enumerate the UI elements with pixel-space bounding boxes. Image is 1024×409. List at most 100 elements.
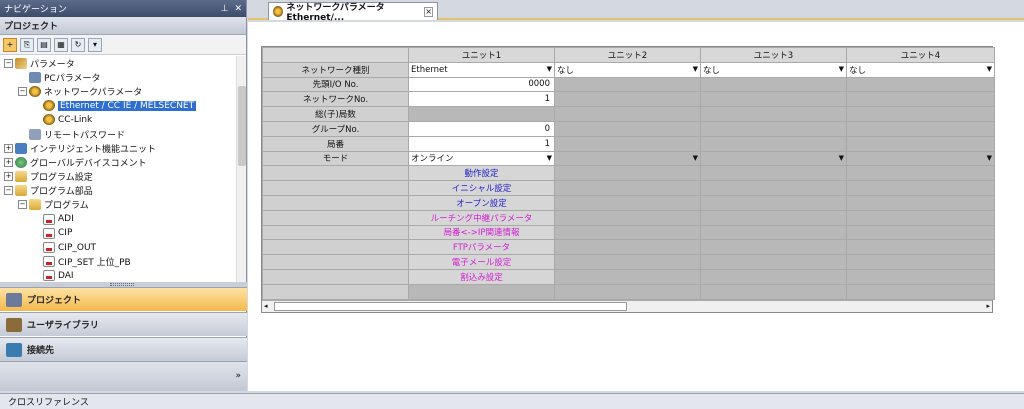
dropdown-arrow-icon[interactable]: ▼ xyxy=(693,65,698,73)
nav-button-project[interactable]: プロジェクト xyxy=(0,287,247,311)
row-header xyxy=(262,224,409,241)
collapse-toggle-icon[interactable]: − xyxy=(4,58,13,68)
grid-cell[interactable]: 1 xyxy=(408,135,555,152)
tree-item[interactable]: − プログラム xyxy=(0,198,236,212)
cross-reference-bar[interactable]: クロスリファレンス xyxy=(0,393,1024,409)
grid-scroll-thumb[interactable] xyxy=(274,301,627,311)
paste-icon[interactable]: ▤ xyxy=(37,37,51,52)
tree-item[interactable]: CC-Link xyxy=(0,113,236,127)
tree-item[interactable]: − パラメータ xyxy=(0,56,236,70)
column-header-unit1: ユニット1 xyxy=(408,47,555,63)
parameter-grid: ユニット1 ユニット2 ユニット3 ユニット4 ネットワーク種別 Ethernet ▼ なし… xyxy=(261,46,995,313)
tab-network-parameter[interactable]: ネットワークパラメータ Ethernet/... × xyxy=(268,2,438,23)
collapse-toggle-icon[interactable]: − xyxy=(18,86,27,96)
setting-link-button[interactable]: イニシャル設定 xyxy=(408,180,555,196)
setting-link-button[interactable]: FTPパラメータ xyxy=(408,239,555,256)
tab-close-icon[interactable]: × xyxy=(424,6,433,17)
dropdown-arrow-icon[interactable]: ▼ xyxy=(987,65,992,73)
tree-item[interactable]: DAI xyxy=(0,269,236,282)
tree-item[interactable]: PCパラメータ xyxy=(0,70,236,84)
dropdown-arrow-icon[interactable]: ▼ xyxy=(547,154,552,162)
tree-item[interactable]: CIP xyxy=(0,226,236,240)
expand-toggle-icon[interactable]: + xyxy=(4,157,13,167)
table-row: 総(子)局数 xyxy=(262,106,995,122)
setting-link-button[interactable]: 電子メール設定 xyxy=(408,254,555,270)
grid-cell xyxy=(846,268,995,285)
dropdown-arrow-icon[interactable]: ▼ xyxy=(987,154,992,162)
net-icon xyxy=(43,100,55,112)
refresh-icon[interactable]: ↻ xyxy=(71,37,85,52)
folder-icon xyxy=(15,185,27,197)
grid-cell[interactable]: 0000 xyxy=(408,76,555,93)
folder-icon xyxy=(15,171,27,183)
copy-icon[interactable]: ⎘ xyxy=(20,37,34,52)
scroll-right-arrow-icon[interactable]: ▸ xyxy=(986,302,990,310)
grid-cell[interactable]: Ethernet ▼ xyxy=(408,61,555,78)
dropdown-arrow-icon[interactable]: ▼ xyxy=(693,154,698,162)
splitter-grip[interactable] xyxy=(110,283,134,286)
setting-link-button[interactable]: オープン設定 xyxy=(408,194,555,211)
tree-item[interactable]: + グローバルデバイスコメント xyxy=(0,155,236,169)
dropdown-arrow-icon[interactable]: ▼ xyxy=(547,65,552,73)
grid-cell[interactable]: 0 xyxy=(408,120,555,137)
grid-cell xyxy=(554,268,701,285)
grid-cell xyxy=(700,239,847,256)
grid-cell xyxy=(700,135,847,152)
grid-cell xyxy=(554,91,701,108)
grid-cell xyxy=(700,224,847,241)
expand-toggle-icon[interactable]: + xyxy=(4,143,13,153)
property-icon[interactable]: ▦ xyxy=(54,37,68,52)
nav-button-user-library[interactable]: ユーザライブラリ xyxy=(0,312,247,336)
tree-item-label: インテリジェント機能ユニット xyxy=(30,144,157,155)
collapse-toggle-icon[interactable]: − xyxy=(18,200,27,210)
setting-link-button[interactable]: 動作設定 xyxy=(408,165,555,182)
project-tree: − パラメータ PCパラメータ − ネットワークパラメータ Ethernet / CC I… xyxy=(0,56,236,282)
expand-toggle-icon[interactable]: + xyxy=(4,172,13,182)
nav-button-connection[interactable]: 接続先 xyxy=(0,337,247,361)
setting-link-button[interactable]: 局番<->IP関連情報 xyxy=(408,224,555,241)
grid-cell[interactable]: 1 xyxy=(408,91,555,108)
tree-item[interactable]: − ネットワークパラメータ xyxy=(0,84,236,98)
tree-item[interactable]: + インテリジェント機能ユニット xyxy=(0,141,236,155)
grid-cell[interactable]: ▼ xyxy=(846,150,995,167)
tree-item[interactable]: − プログラム部品 xyxy=(0,184,236,198)
tree-item[interactable]: ADI xyxy=(0,212,236,226)
grid-cell xyxy=(700,254,847,270)
setting-link-button[interactable]: ルーチング中継パラメータ xyxy=(408,209,555,226)
grid-cell[interactable]: ▼ xyxy=(700,150,847,167)
row-header: 局番 xyxy=(262,135,409,152)
doc-icon xyxy=(43,227,55,239)
grid-cell[interactable]: なし ▼ xyxy=(846,61,995,78)
dropdown-arrow-icon[interactable]: ▼ xyxy=(839,154,844,162)
navigation-panel: ナビゲーション ⊥ ✕ プロジェクト + ⎘ ▤ ▦ ↻ ▾ − パラメータ PCパ… xyxy=(0,0,247,391)
table-row: ルーチング中継パラメータ xyxy=(262,209,995,226)
tree-scrollbar[interactable] xyxy=(236,56,246,282)
grid-cell[interactable]: なし ▼ xyxy=(700,61,847,78)
grid-cell[interactable]: ▼ xyxy=(554,150,701,167)
nav-button-label: 接続先 xyxy=(27,346,55,356)
grid-cell[interactable]: なし ▼ xyxy=(554,61,701,78)
tree-item[interactable]: + プログラム設定 xyxy=(0,170,236,184)
cell-value: なし xyxy=(703,65,721,76)
grid-cell xyxy=(846,180,995,196)
scroll-left-arrow-icon[interactable]: ◂ xyxy=(264,302,268,310)
pin-icon[interactable]: ⊥ xyxy=(221,4,229,14)
tree-item[interactable]: CIP_SET 上位_PB xyxy=(0,255,236,269)
tree-item[interactable]: リモートパスワード xyxy=(0,127,236,141)
grid-cell[interactable]: オンライン ▼ xyxy=(408,150,555,167)
dropdown-arrow-icon[interactable]: ▼ xyxy=(839,65,844,73)
tree-item[interactable]: CIP_OUT xyxy=(0,240,236,254)
tree-item[interactable]: Ethernet / CC IE / MELSECNET xyxy=(0,99,236,113)
collapse-toggle-icon[interactable]: − xyxy=(4,186,13,196)
setting-link-button[interactable]: 割込み設定 xyxy=(408,268,555,285)
pc-icon xyxy=(29,71,41,83)
tree-scroll-thumb[interactable] xyxy=(238,86,246,166)
expand-arrow-icon[interactable]: » xyxy=(235,371,241,381)
grid-cell xyxy=(700,91,847,108)
grid-cell xyxy=(554,106,701,122)
tree-item-label: CIP_OUT xyxy=(58,242,97,253)
grid-horizontal-scrollbar[interactable]: ◂ ▸ xyxy=(262,299,992,312)
close-icon[interactable]: ✕ xyxy=(234,4,242,14)
new-data-icon[interactable]: + xyxy=(3,37,17,52)
filter-icon[interactable]: ▾ xyxy=(88,37,102,52)
